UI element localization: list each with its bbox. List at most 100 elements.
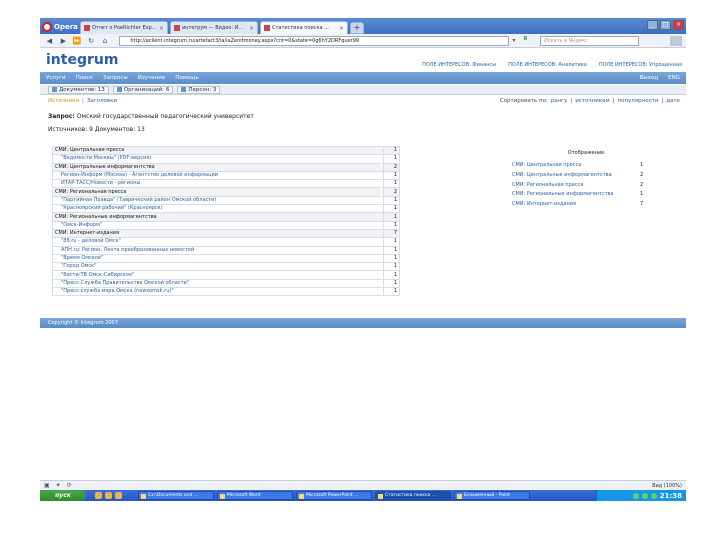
table-row[interactable]: "Вести-ТВ Омск-Сибирское" 1 <box>52 270 400 280</box>
zoom-control[interactable]: Вид (100%) <box>652 483 682 489</box>
interest-links: ПОЛЕ ИНТЕРЕСОВ: Финансы ПОЛЕ ИНТЕРЕСОВ: … <box>422 62 682 68</box>
forward-arrow-icon[interactable]: ▶ <box>58 36 69 46</box>
close-icon[interactable]: × <box>673 20 684 30</box>
back-arrow-icon[interactable]: ◀ <box>44 36 55 46</box>
menu-item-search[interactable]: Поиск <box>76 75 93 81</box>
extension-icon[interactable] <box>670 35 682 46</box>
minimize-icon[interactable]: _ <box>647 20 658 30</box>
source-name-link[interactable]: "Ведомости Москвы" (PDF-версия) <box>52 154 384 164</box>
search-engine-icon[interactable]: Я <box>523 36 537 46</box>
source-name-link[interactable]: "Пресс-Служба Правительства Омской облас… <box>52 278 384 289</box>
tab-organizations[interactable]: Организаций: 6 <box>112 85 174 94</box>
interest-link-finance[interactable]: ПОЛЕ ИНТЕРЕСОВ: Финансы <box>422 62 496 68</box>
sort-by-source-link[interactable]: источникам <box>575 98 609 106</box>
new-tab-button[interactable]: + <box>350 22 364 34</box>
source-name-link[interactable]: "Вести-ТВ Омск-Сибирское" <box>52 270 384 280</box>
legend-category-link[interactable]: СМИ: Региональная пресса <box>512 181 583 191</box>
tray-network-icon[interactable] <box>632 492 639 499</box>
table-row[interactable]: Регион-Информ (Москва) - Агентство делов… <box>52 170 400 181</box>
source-group-name: СМИ: Центральные информагентства <box>52 162 384 172</box>
home-icon[interactable]: ⌂ <box>100 36 111 46</box>
quick-launch-icon[interactable] <box>105 492 112 499</box>
tab-persons[interactable]: Персон: 3 <box>177 85 221 94</box>
source-name-link[interactable]: "Время Омское" <box>52 253 384 264</box>
menu-item-services[interactable]: Услуги <box>46 75 66 81</box>
tab-close-icon[interactable]: × <box>159 25 164 32</box>
taskbar-item-browser[interactable]: Статистика поиска ... <box>375 491 451 500</box>
source-name-link[interactable]: "88.ru - деловой Омск" <box>52 237 384 247</box>
taskbar-item-explorer[interactable]: Cx:\Documents and ... <box>138 491 214 500</box>
legend-row[interactable]: СМИ: Региональная пресса 2 <box>512 181 652 191</box>
browser-tab-2[interactable]: интегрум — Видео: И... × <box>170 21 258 34</box>
interest-link-analytics[interactable]: ПОЛЕ ИНТЕРЕСОВ: Аналитика <box>508 62 587 68</box>
site-logo[interactable]: integrum <box>46 52 118 68</box>
source-name-link[interactable]: "Красноярский рабочий" (Красноярск) <box>52 204 384 214</box>
view-sources-link[interactable]: Источники <box>48 98 79 106</box>
tab-documents[interactable]: Документов: 13 <box>48 85 109 94</box>
address-bar-input[interactable]: http://aclient.integrum.ru/artefact3/ia/… <box>119 35 510 46</box>
opera-menu-button[interactable]: Opera <box>42 20 80 34</box>
interest-link-simplified[interactable]: ПОЛЕ ИНТЕРЕСОВ: Упрощенная <box>599 62 682 68</box>
table-row[interactable]: "Омск-Информ" 1 <box>52 220 400 230</box>
search-input[interactable]: Искать в Яндекс <box>540 35 640 46</box>
browser-tab-3[interactable]: Статистика поиска ... × <box>260 21 348 34</box>
source-name-link[interactable]: "Город Омск" <box>52 262 384 272</box>
source-group-name: СМИ: Региональные информагентства <box>52 212 384 222</box>
taskbar-item-powerpoint[interactable]: Microsoft PowerPoint ... <box>296 491 372 500</box>
legend-category-link[interactable]: СМИ: Региональные информагентства <box>512 190 614 200</box>
address-dropdown-icon[interactable]: ▾ <box>512 37 520 44</box>
table-row[interactable]: "Пресс-служба мэра Омска (newsomsk.ru)" 1 <box>52 287 400 297</box>
browser-tab-1[interactable]: Отчет о PoeRichter Exp... × <box>80 21 168 34</box>
maximize-icon[interactable]: □ <box>660 20 671 30</box>
tab-close-icon[interactable]: × <box>249 25 254 32</box>
table-row[interactable]: "Пресс-Служба Правительства Омской облас… <box>52 278 400 289</box>
language-link[interactable]: ENG <box>668 75 680 81</box>
tray-antivirus-icon[interactable] <box>641 492 648 499</box>
logout-link[interactable]: Выход <box>640 75 659 81</box>
table-row[interactable]: "Время Омское" 1 <box>52 253 400 264</box>
menu-item-help[interactable]: Помощь <box>175 75 198 81</box>
table-row[interactable]: "Ведомости Москвы" (PDF-версия) 1 <box>52 154 400 164</box>
quick-launch-icon[interactable] <box>115 492 122 499</box>
table-row[interactable]: "Город Омск" 1 <box>52 262 400 272</box>
source-name-link[interactable]: Регион-Информ (Москва) - Агентство делов… <box>52 170 384 181</box>
legend-row[interactable]: СМИ: Центральная пресса 1 <box>512 161 652 171</box>
sort-by-rank-link[interactable]: рангу <box>551 98 568 106</box>
reload-icon[interactable]: ↻ <box>86 36 97 46</box>
menu-item-queries[interactable]: Запросы <box>103 75 128 81</box>
panel-toggle-icon[interactable]: ▣ <box>44 482 50 489</box>
start-button[interactable]: пуск <box>40 490 86 501</box>
legend-row[interactable]: СМИ: Интернет-издания 7 <box>512 200 652 210</box>
fast-forward-icon[interactable]: ⏩ <box>72 36 83 46</box>
source-name-link[interactable]: "Партийная Правда" (Таврический район Ом… <box>52 195 384 206</box>
sort-by-popularity-link[interactable]: популярности <box>617 98 658 106</box>
table-row[interactable]: "Партийная Правда" (Таврический район Ом… <box>52 195 400 206</box>
source-name-link[interactable]: АПН.ru: Регион. Лента преобразованных но… <box>52 245 384 255</box>
sort-by-date-link[interactable]: дате <box>666 98 680 106</box>
source-name-link[interactable]: "Пресс-служба мэра Омска (newsomsk.ru)" <box>52 287 384 297</box>
quick-launch-icon[interactable] <box>95 492 102 499</box>
legend-category-link[interactable]: СМИ: Интернет-издания <box>512 200 576 210</box>
source-name-link[interactable]: "Омск-Информ" <box>52 220 384 230</box>
table-row[interactable]: "Красноярский рабочий" (Красноярск) 1 <box>52 204 400 214</box>
document-count: 1 <box>383 195 400 206</box>
menu-item-study[interactable]: Изучение <box>138 75 165 81</box>
taskbar-item-word[interactable]: Microsoft Word <box>217 491 293 500</box>
bookmark-icon[interactable]: ✦ <box>56 482 61 489</box>
sync-icon[interactable]: ⟳ <box>67 482 72 489</box>
table-row[interactable]: АПН.ru: Регион. Лента преобразованных но… <box>52 245 400 255</box>
table-row[interactable]: "88.ru - деловой Омск" 1 <box>52 237 400 247</box>
legend-category-link[interactable]: СМИ: Центральные информагентства <box>512 171 612 181</box>
site-menu-bar: Услуги Поиск Запросы Изучение Помощь Вых… <box>40 72 686 84</box>
legend-row[interactable]: СМИ: Региональные информагентства 1 <box>512 190 652 200</box>
legend-category-link[interactable]: СМИ: Центральная пресса <box>512 161 581 171</box>
tab-close-icon[interactable]: × <box>339 25 344 32</box>
tray-volume-icon[interactable] <box>650 492 657 499</box>
legend-row[interactable]: СМИ: Центральные информагентства 2 <box>512 171 652 181</box>
table-row[interactable]: ИТАР-ТАСС/Новости - регионы 1 <box>52 179 400 189</box>
query-value: Омский государственный педагогический ун… <box>76 113 254 120</box>
source-name-link[interactable]: ИТАР-ТАСС/Новости - регионы <box>52 179 384 189</box>
view-headlines-link[interactable]: Заголовки <box>87 98 117 106</box>
document-count: 1 <box>383 145 400 156</box>
taskbar-item-paint[interactable]: Безымянный - Paint <box>454 491 530 500</box>
